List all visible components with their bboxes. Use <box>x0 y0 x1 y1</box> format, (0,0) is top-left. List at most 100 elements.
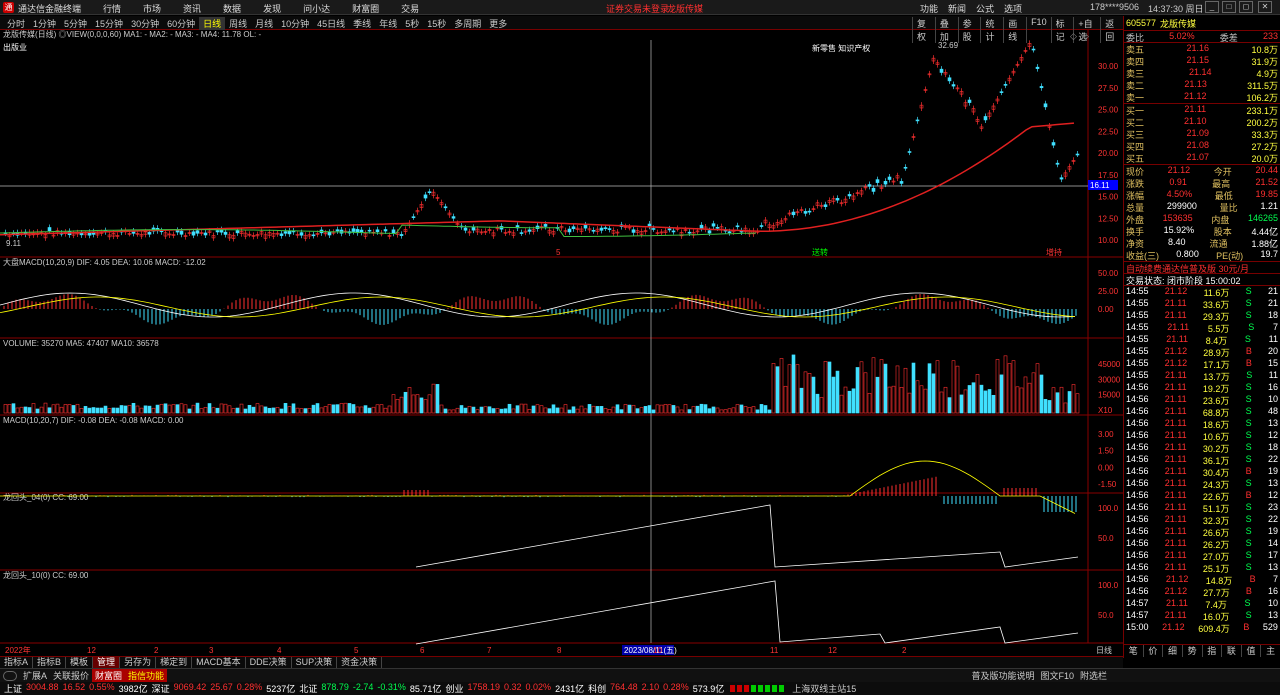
period-button-5[interactable]: 60分钟 <box>163 17 199 30</box>
candle-body <box>847 194 852 197</box>
quote-tab-7[interactable]: 主 <box>1261 645 1280 657</box>
period-button-2[interactable]: 5分钟 <box>60 17 91 30</box>
status-tab-1[interactable]: 关联报价 <box>50 669 92 682</box>
period-button-4[interactable]: 30分钟 <box>127 17 163 30</box>
stat-label: 收益(三) <box>1126 251 1159 261</box>
candle-body <box>875 179 880 183</box>
toggle-icon[interactable] <box>3 670 17 681</box>
period-button-8[interactable]: 月线 <box>251 17 277 30</box>
menu-item-2[interactable]: 资讯 <box>172 2 212 15</box>
kline-chart[interactable]: 龙版传媒(日线) ◎VIEW(0,0,0,60) MA1: - MA2: - M… <box>0 30 1123 658</box>
status-right-1[interactable]: 图文F10 <box>1037 669 1077 682</box>
indicator-tab-7[interactable]: DDE决策 <box>246 657 292 668</box>
right-menu-item-2[interactable]: 公式 <box>976 2 994 15</box>
status-tab-2[interactable]: 财富圈 <box>92 669 126 682</box>
period-button-1[interactable]: 1分钟 <box>29 17 60 30</box>
index-item[interactable]: 科创 764.48 2.10 0.28% 573.9亿 <box>588 682 724 695</box>
server-name[interactable]: 上海双线主站15 <box>792 682 856 695</box>
minimize-icon[interactable]: _ <box>1205 1 1219 13</box>
quote-tab-1[interactable]: 价 <box>1144 645 1164 657</box>
restore-icon[interactable]: ◻ <box>1239 1 1253 13</box>
quote-tab-5[interactable]: 联 <box>1222 645 1242 657</box>
index-item[interactable]: 上证 3004.88 16.52 0.55% 3982亿 <box>4 682 148 695</box>
status-right-2[interactable]: 附选栏 <box>1077 669 1110 682</box>
volume-bar <box>151 407 156 414</box>
period-button-7[interactable]: 周线 <box>225 17 251 30</box>
menu-item-5[interactable]: 问小达 <box>292 2 341 15</box>
volume-bar <box>231 408 236 414</box>
stat-value: 0.800 <box>1176 249 1199 259</box>
menu-item-3[interactable]: 数据 <box>212 2 252 15</box>
indicator-tab-2[interactable]: 模板 <box>66 657 94 668</box>
right-menu-item-3[interactable]: 选项 <box>1004 2 1022 15</box>
menu-item-7[interactable]: 交易 <box>390 2 430 15</box>
tick-side: S <box>1245 394 1252 404</box>
volume-bar <box>539 405 544 414</box>
volume-bar <box>763 405 768 414</box>
indicator-tab-6[interactable]: MACD基本 <box>192 657 246 668</box>
period-button-3[interactable]: 15分钟 <box>91 17 127 30</box>
indicator-tab-4[interactable]: 另存为 <box>120 657 157 668</box>
period-button-9[interactable]: 10分钟 <box>277 17 313 30</box>
tick-side: S <box>1245 310 1252 320</box>
quote-tab-4[interactable]: 指 <box>1203 645 1223 657</box>
volume-bar <box>15 407 20 414</box>
tick-time: 14:55 <box>1126 334 1149 344</box>
right-menu-item-1[interactable]: 新闻 <box>948 2 966 15</box>
tick-price: 21.11 <box>1166 598 1188 608</box>
volume-ytick: 30000 <box>1098 375 1121 384</box>
menu-item-0[interactable]: 行情 <box>92 2 132 15</box>
period-button-16[interactable]: 更多 <box>485 17 511 30</box>
volume-bar <box>179 403 184 414</box>
volume-bar <box>715 407 720 414</box>
menu-item-6[interactable]: 财富圈 <box>341 2 390 15</box>
candle-body <box>399 234 404 236</box>
status-tab-3[interactable]: 指信功能 <box>125 669 168 682</box>
indicator-tab-0[interactable]: 指标A <box>0 657 34 668</box>
quote-tab-2[interactable]: 细 <box>1163 645 1183 657</box>
status-right-0[interactable]: 普及版功能说明 <box>968 669 1037 682</box>
period-button-0[interactable]: 分时 <box>3 17 29 30</box>
candle-body <box>375 229 380 233</box>
indicator-tab-1[interactable]: 指标B <box>33 657 67 668</box>
period-button-10[interactable]: 45日线 <box>313 17 349 30</box>
status-tab-0[interactable]: 扩展A <box>20 669 50 682</box>
period-button-12[interactable]: 年线 <box>375 17 401 30</box>
index-item[interactable]: 创业 1758.19 0.32 0.02% 2431亿 <box>445 682 584 695</box>
x-label: 12 <box>87 646 96 655</box>
quote-tab-0[interactable]: 笔 <box>1124 645 1144 657</box>
quote-tab-3[interactable]: 势 <box>1183 645 1203 657</box>
volume-bar <box>223 403 228 414</box>
tick-price: 21.11 <box>1164 442 1187 452</box>
period-button-15[interactable]: 多周期 <box>450 17 485 30</box>
index-percent: 0.55% <box>89 682 115 692</box>
index-item[interactable]: 深证 9069.42 25.67 0.28% 5237亿 <box>152 682 296 695</box>
period-button-13[interactable]: 5秒 <box>401 17 423 30</box>
quote-tab-6[interactable]: 值 <box>1242 645 1262 657</box>
menu-item-1[interactable]: 市场 <box>132 2 172 15</box>
maximize-icon[interactable]: □ <box>1222 1 1236 13</box>
index-item[interactable]: 北证 878.79 -2.74 -0.31% 85.71亿 <box>299 682 441 695</box>
trade-login-notice[interactable]: 证券交易未登录 <box>606 2 669 15</box>
tick-side: S <box>1245 454 1252 464</box>
index-percent: 0.28% <box>663 682 689 692</box>
period-button-14[interactable]: 15秒 <box>423 17 450 30</box>
tick-row: 14:56 21.11 30.4万 B 19 <box>1124 466 1280 478</box>
indicator-tab-9[interactable]: 资金决策 <box>337 657 383 668</box>
bid-label: 买五 <box>1126 154 1145 164</box>
menu-item-4[interactable]: 发现 <box>252 2 292 15</box>
ad-banner[interactable]: 自动续费通达信普及版 30元/月 <box>1124 262 1280 274</box>
stat-value: 1.21 <box>1260 201 1278 211</box>
indicator-tab-3[interactable]: 管理 <box>93 657 121 668</box>
indicator-tab-8[interactable]: SUP决策 <box>292 657 338 668</box>
volume-bar <box>943 386 948 414</box>
period-button-11[interactable]: 季线 <box>349 17 375 30</box>
period-button-6[interactable]: 日线 <box>199 17 226 30</box>
index-name: 北证 <box>299 684 318 694</box>
right-menu-item-0[interactable]: 功能 <box>920 2 938 15</box>
indicator-tab-5[interactable]: 梯定到 <box>156 657 193 668</box>
account-label[interactable]: 178****9506 <box>1090 2 1139 12</box>
close-icon[interactable]: ✕ <box>1258 1 1272 13</box>
volume-bar <box>1055 392 1060 414</box>
weibi-value: 5.02% <box>1169 31 1195 41</box>
